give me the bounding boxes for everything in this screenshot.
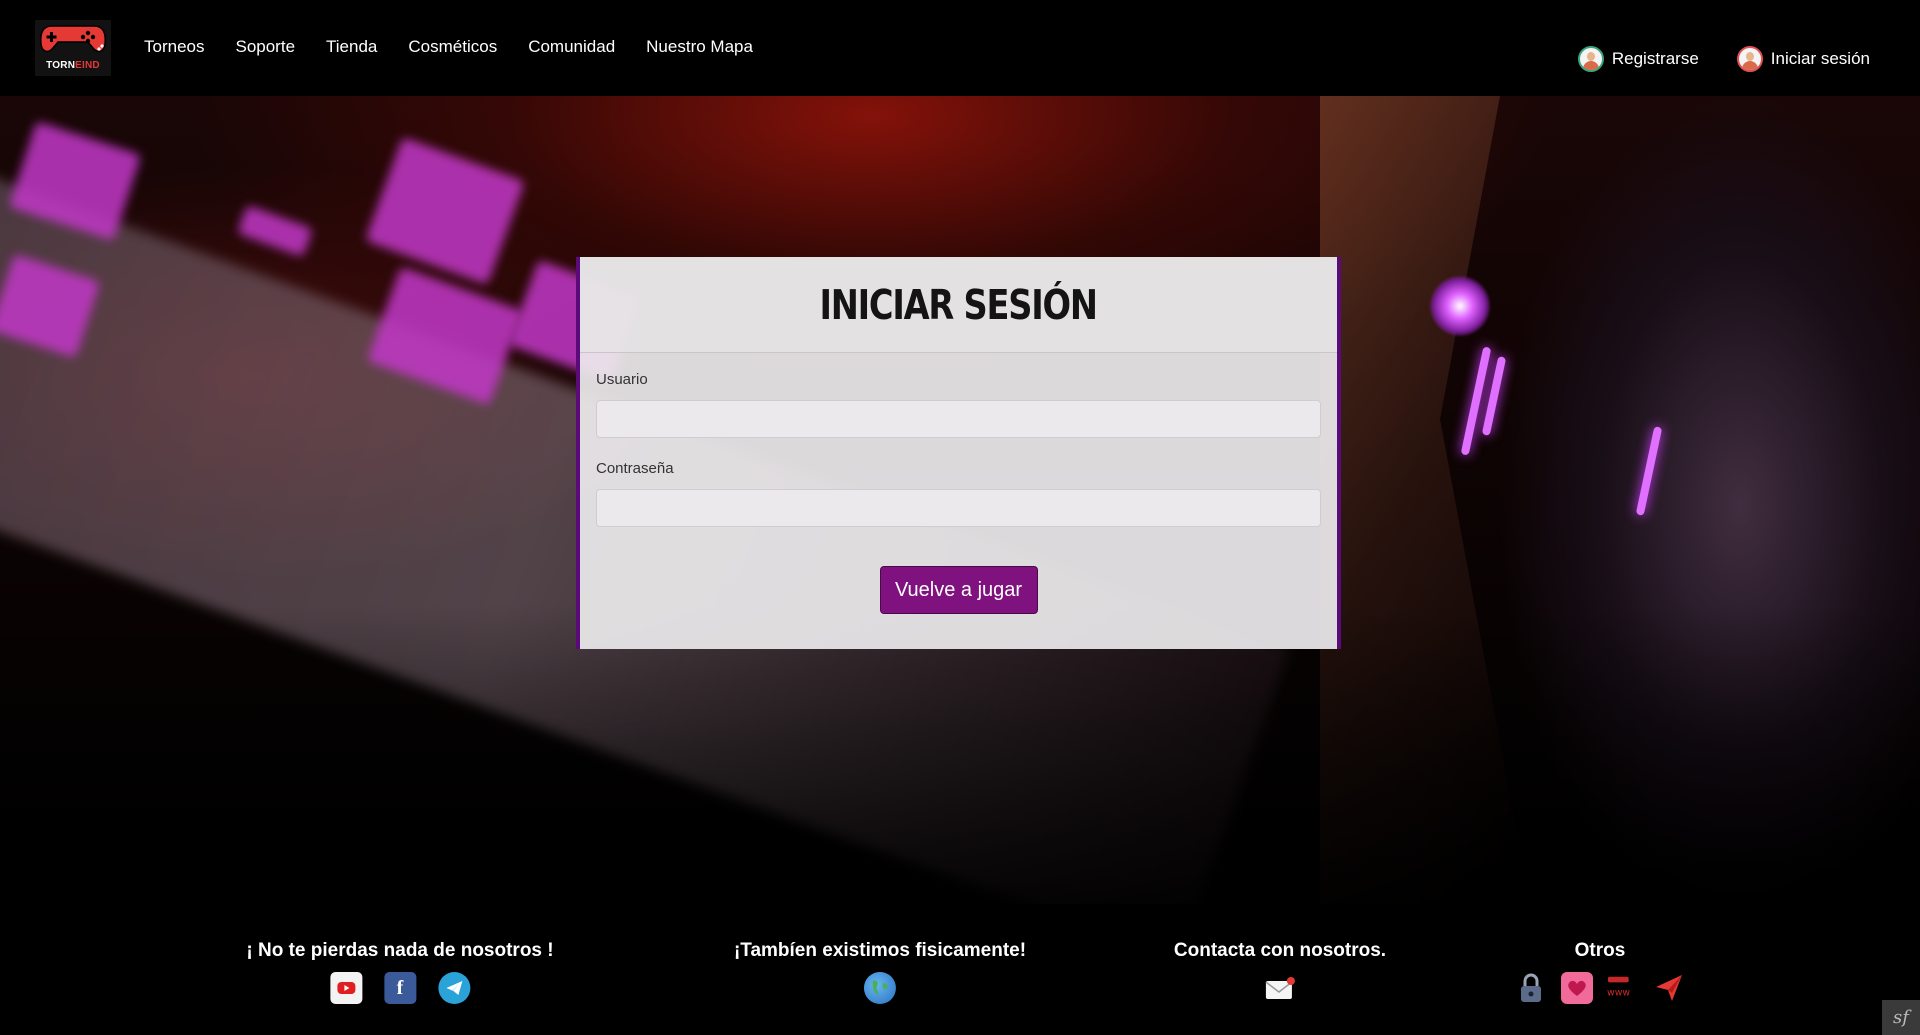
youtube-icon[interactable] [330, 972, 362, 1004]
username-input[interactable] [596, 400, 1321, 438]
logo-text-white: TORN [46, 60, 76, 71]
telegram-icon[interactable] [438, 972, 470, 1004]
nav-link-comunidad[interactable]: Comunidad [528, 37, 615, 57]
footer-other-title: Otros [1574, 940, 1626, 961]
logo-text-red: EIND [75, 60, 100, 71]
auth-links: Registrarse Iniciar sesión [1540, 46, 1870, 72]
logo[interactable]: TORNEIND [35, 20, 111, 76]
footer-other-icons: www [1515, 972, 1685, 1004]
login-card: INICIAR SESIÓN Usuario Contraseña Vuelve… [576, 257, 1341, 649]
lock-icon[interactable] [1515, 972, 1547, 1004]
login-title: INICIAR SESIÓN [819, 280, 1099, 329]
nav-link-torneos[interactable]: Torneos [144, 37, 204, 57]
logo-text: TORNEIND [35, 60, 111, 71]
glowing-eye [1430, 276, 1490, 336]
login-card-header: INICIAR SESIÓN [580, 257, 1337, 353]
footer-physical: ¡Tambíen existimos fisicamente! [734, 940, 1026, 1004]
register-label: Registrarse [1611, 49, 1699, 68]
hero-fade [0, 604, 1920, 904]
footer-social-icons: f [246, 972, 553, 1004]
submit-wrap: Vuelve a jugar [596, 549, 1321, 614]
send-icon[interactable] [1653, 972, 1685, 1004]
footer-physical-icons [734, 972, 1026, 1004]
nav-links: Torneos Soporte Tienda Cosméticos Comuni… [144, 37, 753, 57]
neon-shape [365, 137, 525, 285]
footer: ¡ No te pierdas nada de nosotros ! f ¡Ta… [0, 904, 1920, 1035]
nav-link-soporte[interactable]: Soporte [235, 37, 295, 57]
www-icon[interactable]: www [1607, 972, 1639, 1004]
nav-link-cosmeticos[interactable]: Cosméticos [408, 37, 497, 57]
nav-link-nuestro-mapa[interactable]: Nuestro Mapa [646, 37, 753, 57]
symfony-toolbar-badge[interactable]: sf [1882, 1000, 1920, 1035]
password-input[interactable] [596, 489, 1321, 527]
neon-shape [236, 204, 314, 258]
navbar: TORNEIND Torneos Soporte Tienda Cosmétic… [0, 0, 1920, 96]
login-submit-button[interactable]: Vuelve a jugar [879, 566, 1038, 614]
password-label: Contraseña [596, 460, 674, 477]
nav-link-tienda[interactable]: Tienda [326, 37, 377, 57]
user-avatar-icon [1577, 46, 1604, 72]
heart-icon[interactable] [1561, 972, 1593, 1004]
footer-social-title: ¡ No te pierdas nada de nosotros ! [246, 940, 554, 961]
mail-icon[interactable] [1264, 972, 1296, 1004]
register-link[interactable]: Registrarse [1577, 46, 1699, 72]
footer-contact-title: Contacta con nosotros. [1173, 940, 1387, 961]
svg-text:www: www [1607, 988, 1630, 999]
globe-icon[interactable] [864, 972, 896, 1004]
footer-contact-icons [1174, 972, 1386, 1004]
login-label: Iniciar sesión [1770, 49, 1870, 68]
login-form: Usuario Contraseña Vuelve a jugar [580, 353, 1337, 614]
user-avatar-icon [1736, 46, 1763, 72]
gamepad-icon [40, 25, 106, 53]
footer-social: ¡ No te pierdas nada de nosotros ! f [246, 940, 554, 1004]
login-link[interactable]: Iniciar sesión [1736, 46, 1870, 72]
footer-other: Otros www [1515, 940, 1685, 1004]
facebook-icon[interactable]: f [384, 972, 416, 1004]
footer-physical-title: ¡Tambíen existimos fisicamente! [733, 940, 1027, 961]
footer-contact: Contacta con nosotros. [1174, 940, 1386, 1004]
username-label: Usuario [596, 371, 648, 388]
